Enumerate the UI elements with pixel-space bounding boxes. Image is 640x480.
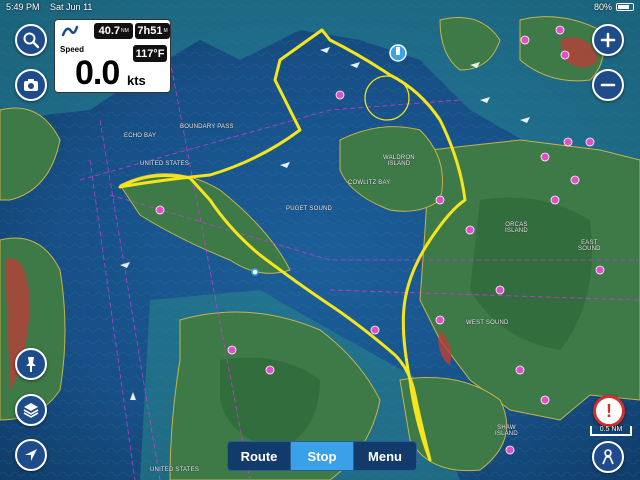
warning-button[interactable]: ! [593, 395, 625, 427]
map-label-united-states: UNITED STATES [140, 161, 190, 167]
distance-value: 40.7 [98, 25, 121, 37]
map-label-west-sound: WEST SOUND [466, 320, 509, 326]
eta-value: 7h51 [137, 25, 163, 37]
speed-instrument-panel[interactable]: 40.7 NM 7h51 M Speed 117°F 0.0 kts [54, 19, 171, 93]
map-label-shaw-island: SHAW ISLAND [495, 425, 518, 437]
account-button[interactable] [592, 441, 624, 473]
eta-readout: 7h51 M [135, 23, 170, 39]
route-control-bar: Route Stop Menu [227, 441, 417, 471]
scale-bar: 0.5 NM [590, 426, 632, 436]
camera-icon [24, 79, 38, 91]
camera-button[interactable] [15, 69, 47, 101]
person-icon [602, 449, 614, 465]
location-arrow-icon [25, 449, 37, 461]
status-date: Sat Jun 11 [50, 2, 93, 12]
map-label-east-sound: EAST SOUND [578, 240, 601, 252]
stop-button[interactable]: Stop [290, 442, 353, 470]
status-time: 5:49 PM [6, 2, 40, 12]
pin-button[interactable] [15, 348, 47, 380]
speed-unit: kts [127, 73, 146, 88]
search-button[interactable] [15, 24, 47, 56]
battery-icon [616, 3, 634, 11]
zoom-out-button[interactable] [592, 69, 624, 101]
map-label-boundary-pass: BOUNDARY PASS [180, 124, 234, 130]
route-button[interactable]: Route [228, 442, 290, 470]
battery-percent: 80% [593, 2, 612, 12]
map-label-waldron-island: WALDRON ISLAND [383, 155, 415, 167]
map-label-orcas-island: ORCAS ISLAND [505, 222, 528, 234]
warning-icon: ! [606, 400, 612, 421]
minus-icon [600, 83, 616, 87]
pin-icon [26, 357, 36, 372]
eta-unit: M [163, 28, 168, 34]
position-marker [389, 44, 407, 62]
speed-value: 0.0 [75, 54, 120, 92]
map-label-united-states-2: UNITED STATES [150, 467, 200, 473]
menu-button[interactable]: Menu [353, 442, 416, 470]
search-icon [23, 32, 40, 49]
zoom-in-button[interactable] [592, 24, 624, 56]
temperature-readout: 117°F [133, 45, 167, 62]
layers-button[interactable] [15, 394, 47, 426]
locate-button[interactable] [15, 439, 47, 471]
map-label-puget-sound: PUGET SOUND [286, 206, 333, 212]
map-label-echo-bay: ECHO BAY [124, 133, 157, 139]
speed-label: Speed [60, 45, 85, 54]
navionics-logo-icon [59, 21, 80, 41]
plus-icon [600, 32, 616, 48]
distance-readout: 40.7 NM [94, 23, 134, 39]
layers-icon [23, 403, 39, 418]
status-bar: 5:49 PM Sat Jun 11 80% [0, 0, 640, 14]
map-label-cowlitz-bay: COWLITZ BAY [348, 180, 391, 186]
distance-unit: NM [121, 28, 129, 34]
